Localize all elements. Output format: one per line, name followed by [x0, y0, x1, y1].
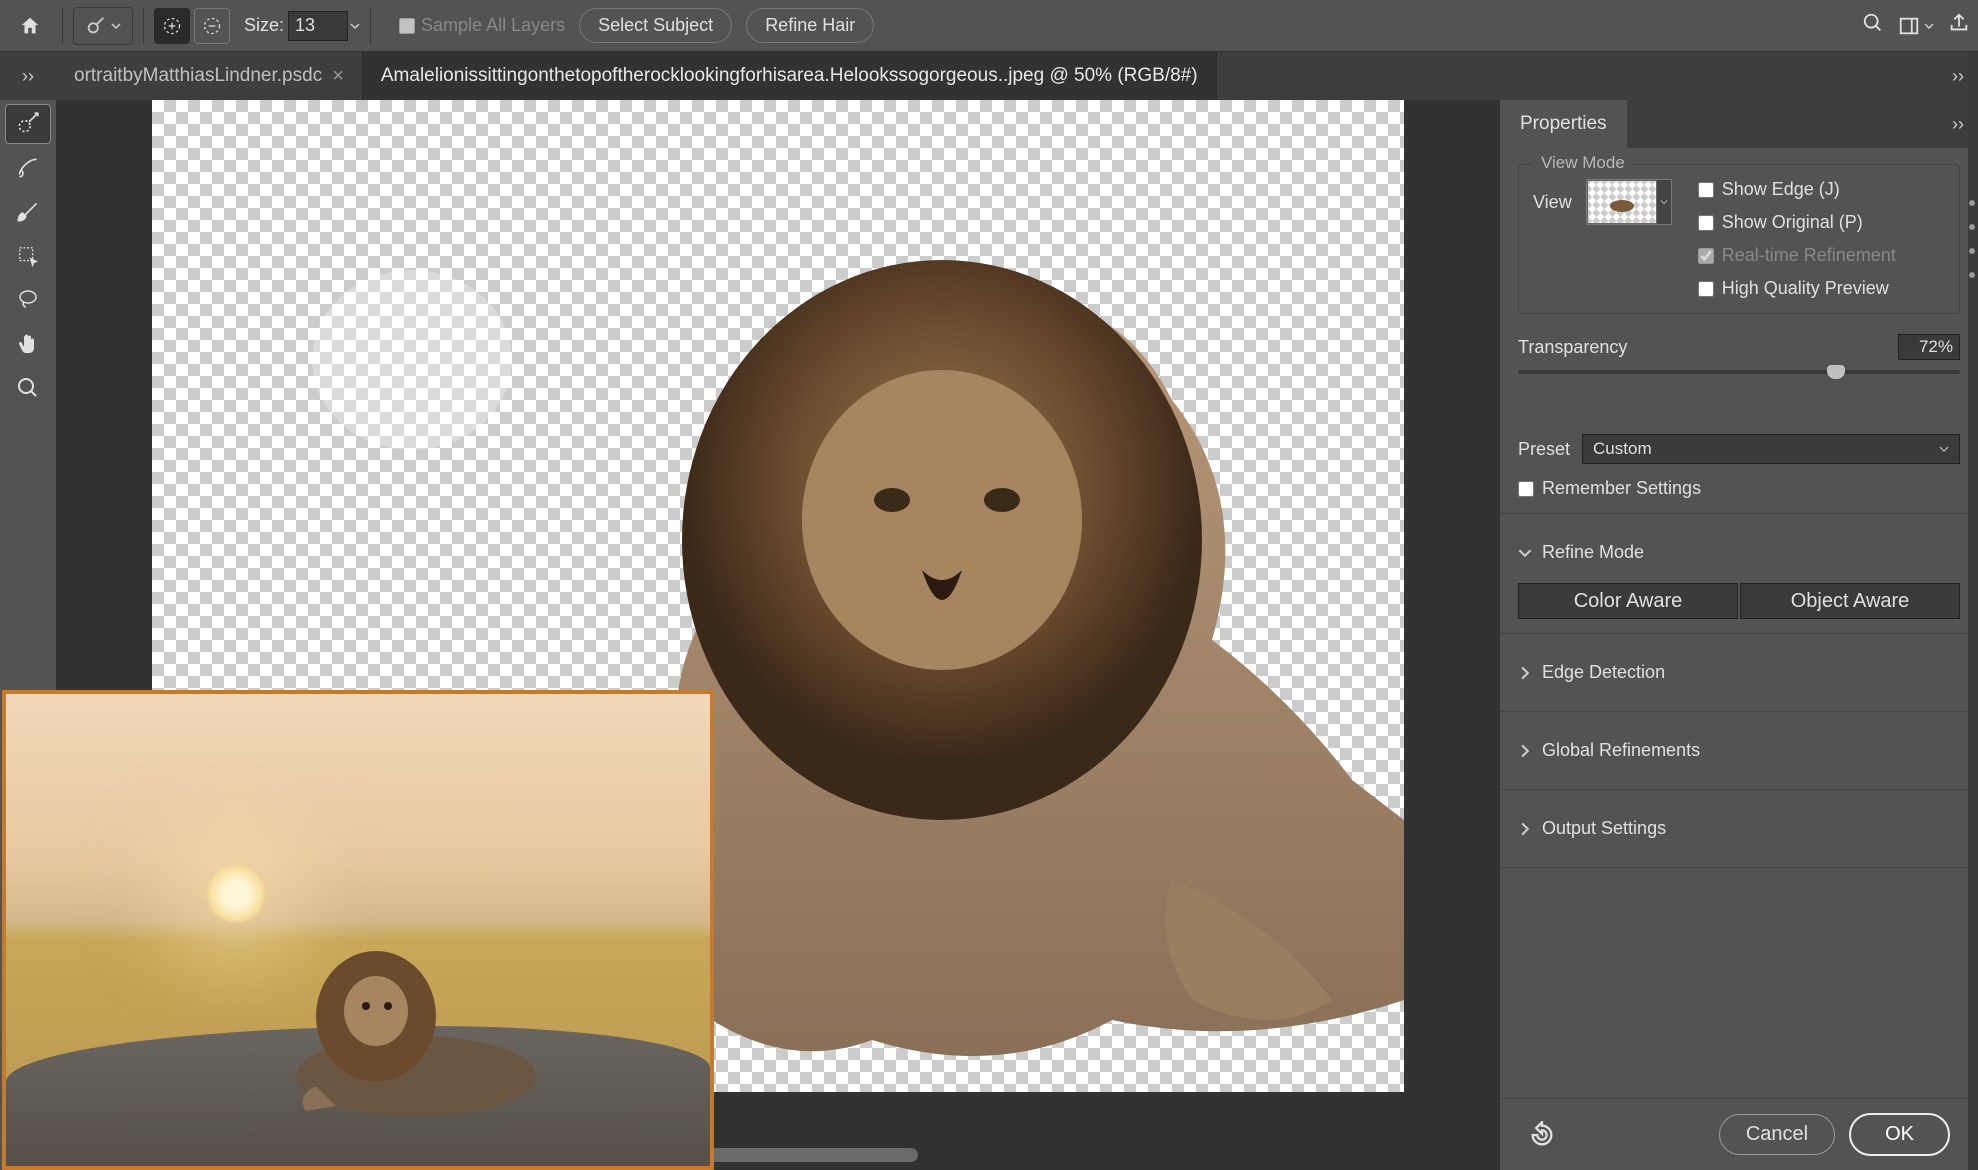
chevron-down-icon — [1518, 546, 1532, 560]
output-settings-title: Output Settings — [1542, 818, 1666, 839]
show-edge-checkbox[interactable]: Show Edge (J) — [1698, 179, 1896, 200]
object-aware-button[interactable]: Object Aware — [1740, 583, 1960, 619]
view-mode-title: View Mode — [1533, 153, 1633, 173]
brush-preset-dropdown[interactable] — [73, 7, 133, 45]
transparency-input[interactable] — [1898, 334, 1960, 360]
size-input[interactable] — [288, 11, 348, 41]
transparency-slider[interactable] — [1518, 370, 1960, 374]
edge-detection-title: Edge Detection — [1542, 662, 1665, 683]
cancel-button[interactable]: Cancel — [1719, 1114, 1835, 1155]
chevron-right-icon — [1518, 822, 1532, 836]
home-button[interactable] — [8, 7, 52, 45]
refine-edge-brush-tool[interactable] — [5, 148, 51, 188]
object-selection-tool[interactable] — [5, 236, 51, 276]
original-image-inset — [2, 690, 714, 1170]
refine-mode-buttons: Color Aware Object Aware — [1518, 583, 1960, 619]
sun — [206, 864, 266, 924]
color-aware-button[interactable]: Color Aware — [1518, 583, 1738, 619]
sample-all-layers-checkbox[interactable]: Sample All Layers — [399, 15, 565, 36]
global-refinements-title: Global Refinements — [1542, 740, 1700, 761]
divider — [1500, 513, 1978, 514]
refine-hair-button[interactable]: Refine Hair — [746, 8, 874, 43]
output-settings-section[interactable]: Output Settings — [1518, 804, 1960, 853]
chevron-right-icon — [1518, 744, 1532, 758]
lasso-tool[interactable] — [5, 280, 51, 320]
document-tab-2[interactable]: Amalelionissittingonthetopoftherocklooki… — [363, 52, 1217, 100]
select-subject-button[interactable]: Select Subject — [579, 8, 732, 43]
panel-body: View Mode View — [1500, 148, 1978, 1098]
realtime-refinement-checkbox: Real-time Refinement — [1698, 245, 1896, 266]
show-original-checkbox[interactable]: Show Original (P) — [1698, 212, 1896, 233]
divider — [1500, 789, 1978, 790]
tab-label: ortraitbyMatthiasLindner.psdc — [74, 65, 322, 87]
preset-value: Custom — [1593, 439, 1652, 459]
workspace-dropdown[interactable] — [1898, 15, 1934, 37]
topbar-right — [1862, 12, 1970, 39]
zoom-tool[interactable] — [5, 368, 51, 408]
share-icon[interactable] — [1948, 12, 1970, 39]
ok-button[interactable]: OK — [1849, 1113, 1950, 1156]
preset-row: Preset Custom — [1518, 434, 1960, 464]
topbar-left: Size: Sample All Layers Select Subject R… — [8, 7, 874, 45]
size-label: Size: — [244, 15, 284, 36]
tools-expand[interactable]: ›› — [0, 52, 56, 100]
slider-thumb[interactable] — [1827, 365, 1845, 379]
panel-footer: Cancel OK — [1500, 1098, 1978, 1170]
sample-all-label: Sample All Layers — [421, 15, 565, 36]
add-mode-button[interactable] — [154, 8, 190, 44]
divider — [370, 8, 371, 44]
search-icon[interactable] — [1862, 12, 1884, 39]
hand-tool[interactable] — [5, 324, 51, 364]
divider — [1500, 867, 1978, 868]
refine-mode-title: Refine Mode — [1542, 542, 1644, 563]
document-tab-1[interactable]: ortraitbyMatthiasLindner.psdc × — [56, 52, 363, 100]
transparency-row: Transparency — [1518, 334, 1960, 360]
view-row: View — [1533, 179, 1672, 225]
right-edge-handles[interactable] — [1966, 200, 1978, 278]
hq-preview-checkbox[interactable]: High Quality Preview — [1698, 278, 1896, 299]
brush-tool[interactable] — [5, 192, 51, 232]
chevron-down-icon[interactable] — [1657, 180, 1671, 224]
document-tabs: ›› ortraitbyMatthiasLindner.psdc × Amale… — [0, 52, 1978, 100]
remember-settings-checkbox[interactable]: Remember Settings — [1518, 478, 1960, 499]
refine-mode-section[interactable]: Refine Mode — [1518, 528, 1960, 577]
view-label: View — [1533, 192, 1572, 213]
subtract-mode-button[interactable] — [194, 8, 230, 44]
transparency-label: Transparency — [1518, 337, 1627, 358]
properties-tab[interactable]: Properties — [1500, 100, 1627, 148]
edge-detection-section[interactable]: Edge Detection — [1518, 648, 1960, 697]
view-mode-group: View Mode View — [1518, 164, 1960, 314]
global-refinements-section[interactable]: Global Refinements — [1518, 726, 1960, 775]
lion-small — [266, 916, 566, 1116]
size-chevron-icon[interactable] — [350, 21, 360, 31]
divider — [143, 8, 144, 44]
divider — [62, 8, 63, 44]
properties-panel: Properties ›› View Mode View — [1500, 100, 1978, 1170]
preset-label: Preset — [1518, 439, 1570, 460]
chevron-right-icon — [1518, 666, 1532, 680]
preset-dropdown[interactable]: Custom — [1582, 434, 1960, 464]
view-mode-checkboxes: Show Edge (J) Show Original (P) Real-tim… — [1698, 179, 1896, 299]
view-thumb-dropdown[interactable] — [1587, 180, 1657, 224]
panel-tabs: Properties ›› — [1500, 100, 1978, 148]
chevron-down-icon — [111, 21, 121, 31]
reset-button[interactable] — [1528, 1121, 1556, 1149]
divider — [1500, 633, 1978, 634]
close-icon[interactable]: × — [332, 65, 344, 88]
options-bar: Size: Sample All Layers Select Subject R… — [0, 0, 1978, 52]
quick-selection-tool[interactable] — [5, 104, 51, 144]
divider — [1500, 711, 1978, 712]
tab-label: Amalelionissittingonthetopoftherocklooki… — [381, 65, 1198, 87]
chevron-down-icon — [1939, 444, 1949, 454]
